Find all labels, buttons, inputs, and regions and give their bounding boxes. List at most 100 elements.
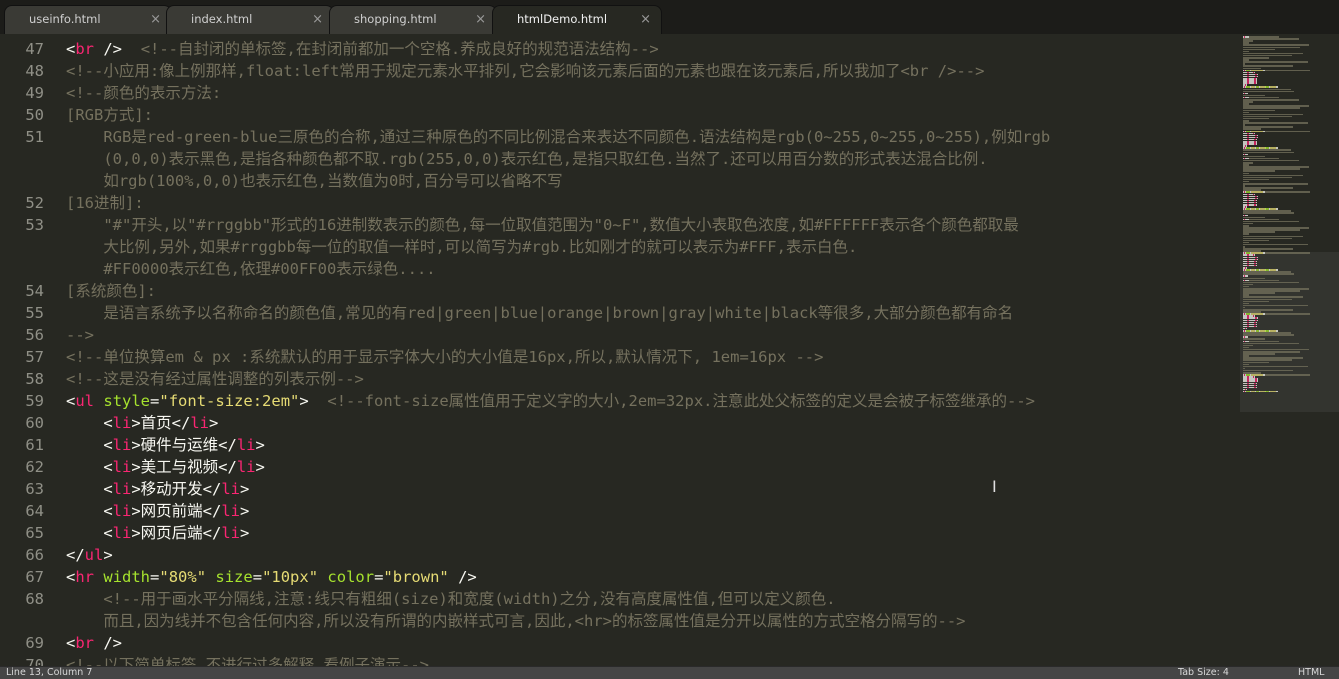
minimap-stroke: [1265, 69, 1311, 72]
line-number: [4, 148, 44, 170]
code-token: >: [103, 546, 113, 564]
minimap-stroke: [1243, 183, 1308, 185]
minimap-stroke: [1243, 151, 1295, 153]
minimap-stroke: [1256, 380, 1258, 382]
line-number: 61: [25, 436, 44, 454]
code-token: li: [112, 524, 132, 542]
line-number: 69: [25, 634, 44, 652]
code-line: RGB是red-green-blue三原色的合称,通过三种原色的不同比例混合来表…: [66, 126, 1050, 148]
line-number: 49: [25, 84, 44, 102]
minimap-stroke: [1243, 122, 1308, 124]
minimap-stroke: [1243, 365, 1308, 368]
close-icon[interactable]: ×: [312, 6, 323, 33]
code-line: [16进制]:: [66, 192, 144, 214]
minimap-stroke: [1256, 197, 1258, 200]
code-line: 如rgb(100%,0,0)也表示红色,当数值为0时,百分号可以省略不写: [66, 170, 563, 192]
code-token: br: [75, 40, 95, 58]
minimap-stroke: [1243, 334, 1295, 336]
code-line: <li>网页前端</li>: [66, 500, 249, 522]
code-line: <!--小应用:像上例那样,float:left常用于规定元素水平排列,它会影响…: [66, 60, 984, 82]
code-line: "#"开头,以"#rrggbb"形式的16进制数表示的颜色,每一位取值范围为"0…: [66, 214, 1018, 236]
code-token: li: [236, 436, 256, 454]
code-token: >首页</: [131, 414, 191, 432]
code-token: <: [66, 40, 76, 58]
line-number: 65: [25, 524, 44, 542]
code-token: >: [299, 392, 328, 410]
line-number: 47: [25, 40, 44, 58]
line-number: 58: [25, 370, 44, 388]
code-token: 是语言系统予以名称命名的颜色值,常见的有red|green|blue|orang…: [66, 304, 1014, 322]
close-icon[interactable]: ×: [150, 6, 161, 33]
syntax-selector[interactable]: HTML: [1298, 667, 1324, 679]
code-token: style: [103, 392, 151, 410]
code-token: <: [66, 414, 113, 432]
code-line: [系统颜色]:: [66, 280, 156, 302]
code-line: <ul style="font-size:2em"> <!--font-size…: [66, 390, 1035, 412]
code-line: (0,0,0)表示黑色,是指各种颜色都不取.rgb(255,0,0)表示红色,是…: [66, 148, 987, 170]
minimap-stroke: [1265, 313, 1311, 315]
line-number: 67: [25, 568, 44, 586]
code-line: <li>网页后端</li>: [66, 522, 249, 544]
minimap-stroke: [1256, 75, 1258, 78]
code-token: li: [112, 436, 132, 454]
code-token: <!--自封闭的单标签,在封闭前都加一个空格.养成良好的规范语法结构-->: [140, 40, 659, 58]
minimap-stroke: [1243, 61, 1308, 63]
tab-index[interactable]: index.html ×: [166, 5, 334, 34]
minimap-stroke: [1255, 82, 1257, 84]
code-line: <hr width="80%" size="10px" color="brown…: [66, 566, 477, 588]
tab-label: index.html: [191, 12, 253, 26]
line-number: 62: [25, 458, 44, 476]
code-token: "80%": [159, 568, 207, 586]
code-token: color: [327, 568, 375, 586]
code-token: =: [150, 568, 160, 586]
line-number: 54: [25, 282, 44, 300]
close-icon[interactable]: ×: [475, 6, 486, 33]
code-token: li: [112, 458, 132, 476]
code-line: <!--用于画水平分隔线,注意:线只有粗细(size)和宽度(width)之分,…: [66, 588, 835, 610]
code-token: [RGB方式]:: [66, 106, 153, 124]
line-number: 53: [25, 216, 44, 234]
code-token: li: [221, 502, 241, 520]
tab-shopping[interactable]: shopping.html ×: [329, 5, 497, 34]
code-line: <!--这是没有经过属性调整的列表示例-->: [66, 368, 364, 390]
minimap-stroke: [1265, 191, 1311, 193]
code-line: <li>移动开发</li>: [66, 478, 249, 500]
line-number: 52: [25, 194, 44, 212]
code-token: li: [112, 414, 132, 432]
cursor-position: Line 13, Column 7: [6, 667, 93, 678]
line-number: 68: [25, 590, 44, 608]
code-line: <li>美工与视频</li>: [66, 456, 265, 478]
code-token: >: [209, 414, 219, 432]
close-icon[interactable]: ×: [640, 6, 651, 33]
code-line: <li>首页</li>: [66, 412, 218, 434]
code-token: <!--小应用:像上例那样,float:left常用于规定元素水平排列,它会影响…: [66, 62, 985, 80]
code-token: <: [66, 392, 76, 410]
minimap[interactable]: [1240, 34, 1339, 666]
code-token: >网页前端</: [131, 502, 222, 520]
line-number: 55: [25, 304, 44, 322]
line-number: 60: [25, 414, 44, 432]
code-editor[interactable]: 47 48 49 50 51 52 53 54 55 56 57 58 59 60 61 62 63 64 65 66…: [0, 34, 1240, 666]
code-line: </ul>: [66, 544, 113, 566]
code-token: br: [75, 634, 95, 652]
code-token: 如rgb(100%,0,0)也表示红色,当数值为0时,百分号可以省略不写: [66, 172, 563, 190]
code-token: -->: [66, 326, 94, 344]
tab-size-selector[interactable]: Tab Size: 4: [1178, 667, 1229, 679]
code-token: "font-size:2em": [159, 392, 300, 410]
code-token: 大比例,另外,如果#rrggbb每一位的取值一样时,可以简写为#rgb.比如刚才…: [66, 238, 858, 256]
code-token: ul: [75, 392, 95, 410]
code-token: >移动开发</: [131, 480, 222, 498]
code-token: width: [103, 568, 151, 586]
line-number: 64: [25, 502, 44, 520]
line-number: 51: [25, 128, 44, 146]
code-token: ul: [84, 546, 104, 564]
tab-useinfo[interactable]: useinfo.html ×: [4, 5, 172, 34]
minimap-stroke: [1255, 325, 1257, 328]
minimap-stroke: [1256, 319, 1258, 321]
code-token: <!--这是没有经过属性调整的列表示例-->: [66, 370, 364, 388]
code-token: li: [221, 480, 241, 498]
code-line: <!--以下简单标签,不进行过多解释,看例子演示-->: [66, 654, 429, 666]
tab-htmldemo[interactable]: htmlDemo.html ×: [492, 5, 662, 34]
minimap-stroke: [1243, 304, 1308, 307]
line-number: [4, 610, 44, 632]
